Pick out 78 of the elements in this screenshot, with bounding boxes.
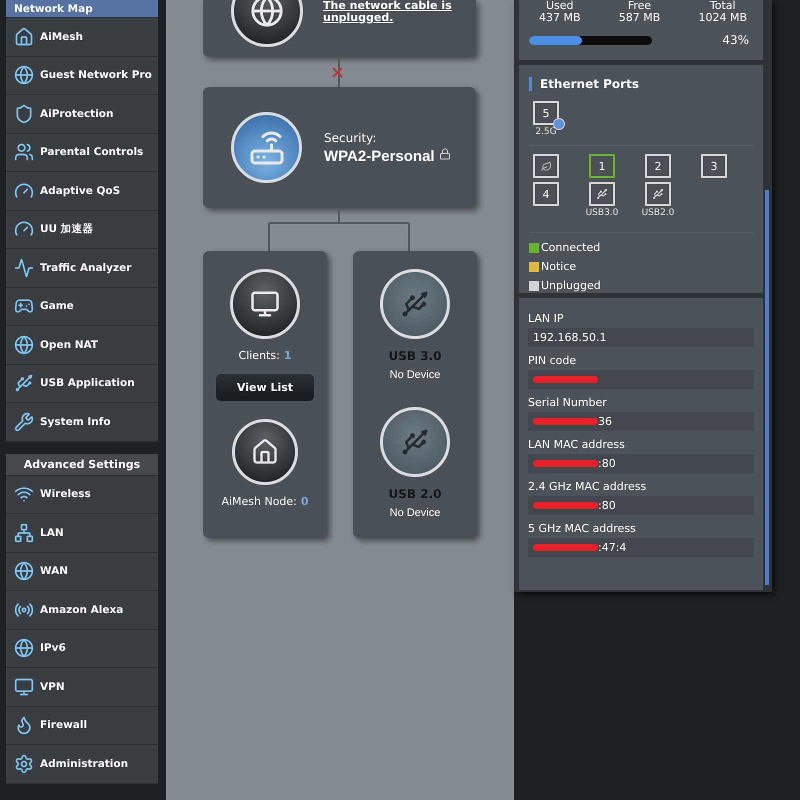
aimesh-count: 0 [300, 495, 309, 508]
redaction-mark [533, 418, 598, 425]
pulse-icon [14, 258, 34, 278]
memory-value: 1024 MB [698, 12, 747, 24]
ethernet-port: 2 [645, 154, 671, 178]
usb-icon [14, 373, 34, 394]
clients-count: 1 [284, 349, 292, 362]
section-title: Advanced Settings [6, 454, 158, 476]
legend-label: Unplugged [541, 279, 601, 292]
security-value: WPA2-Personal [324, 148, 435, 164]
security-label: Security: [324, 130, 378, 144]
sidebar-item[interactable]: WAN [6, 552, 158, 591]
legend-label: Connected [541, 241, 600, 254]
aimesh-label: AiMesh Node: [221, 495, 297, 508]
info-value: :80 [598, 457, 616, 470]
panel-title: Ethernet Ports [540, 77, 639, 91]
info-label: 5 GHz MAC address [528, 522, 637, 535]
info-value: 192.168.50.1 [533, 331, 606, 344]
status-link[interactable]: The network cable is [323, 0, 452, 12]
port-caption: USB3.0 [586, 208, 618, 218]
redaction-mark [533, 460, 598, 467]
info-value: :80 [598, 499, 616, 512]
ethernet-port: 4 [533, 182, 559, 206]
info-label: 2.4 GHz MAC address [528, 480, 648, 493]
info-label: LAN MAC address [528, 438, 626, 451]
disconnected-icon [332, 66, 343, 78]
globe-icon [14, 65, 34, 86]
port-caption: USB2.0 [642, 208, 674, 218]
scrollbar-thumb[interactable] [765, 190, 769, 585]
lock-icon [438, 148, 451, 160]
memory-value: 587 MB [618, 12, 660, 24]
memory-percent: 43% [722, 33, 749, 47]
info-value: 36 [598, 415, 612, 428]
legend-label: Notice [541, 260, 576, 273]
house-icon [14, 26, 34, 47]
ethernet-port: 1 [589, 154, 615, 178]
redaction-mark [533, 502, 598, 509]
usb-status: No Device [390, 507, 440, 519]
memory-label: Free [628, 0, 652, 12]
usb-status: No Device [390, 369, 440, 381]
info-value: :47:4 [598, 541, 626, 554]
usb-icon [652, 188, 664, 200]
sidebar-item[interactable]: Wireless [6, 476, 158, 514]
view-list-button[interactable]: View List [216, 374, 314, 401]
accent-bar [529, 77, 532, 91]
redaction-mark [533, 376, 598, 383]
info-label: LAN IP [528, 312, 565, 325]
clients-label: Clients: [238, 349, 280, 362]
port-caption: 2.5G [535, 127, 557, 137]
sidebar-item[interactable]: Parental Controls [6, 134, 158, 172]
globe-icon [14, 638, 34, 658]
usb-title: USB 3.0 [388, 349, 442, 363]
sidebar-item[interactable]: Firewall [6, 706, 158, 745]
sidebar-item[interactable]: USB Application [6, 364, 158, 403]
shield-icon [14, 104, 34, 124]
wrench-icon [14, 412, 34, 432]
globe-icon [14, 561, 34, 582]
memory-label: Used [546, 0, 574, 12]
sidebar-item[interactable]: Game [6, 288, 158, 326]
sidebar-item[interactable]: IPv6 [6, 630, 158, 668]
info-label: PIN code [528, 354, 578, 367]
status-link[interactable]: unplugged. [323, 12, 452, 24]
leaf-icon [540, 160, 552, 172]
memory-value: 437 MB [539, 12, 581, 24]
usb-title: USB 2.0 [388, 487, 442, 501]
usb-icon [596, 188, 608, 200]
sidebar-item[interactable]: Network Map [6, 0, 158, 18]
memory-label: Total [710, 0, 736, 12]
globe-icon [14, 334, 34, 355]
ethernet-port: 3 [701, 154, 727, 178]
network-icon [14, 522, 34, 543]
monitor-icon [14, 676, 34, 697]
settings-icon [14, 754, 34, 774]
people-icon [14, 142, 34, 162]
sidebar-item[interactable]: UU 加速器 [6, 210, 158, 249]
info-label: Serial Number [528, 396, 608, 409]
redaction-mark [533, 544, 598, 551]
sidebar-item[interactable]: Guest Network Pro [6, 56, 158, 95]
